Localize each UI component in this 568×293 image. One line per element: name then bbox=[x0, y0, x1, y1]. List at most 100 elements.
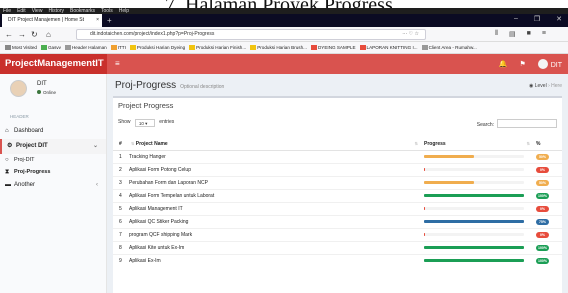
percent-text: 50% bbox=[538, 180, 546, 185]
col-percent[interactable]: % bbox=[536, 138, 562, 151]
menu-item[interactable]: File bbox=[3, 8, 11, 14]
progress-bar bbox=[424, 168, 524, 171]
user-name: DIT bbox=[37, 81, 47, 87]
menu-item[interactable]: Edit bbox=[17, 8, 26, 14]
bookmark-item[interactable]: Client Area - Rumahw... bbox=[421, 45, 477, 50]
table-row[interactable]: 7 program QCF shipping Mark 0% bbox=[113, 227, 562, 241]
project-name: Aplikasi QC Stiker Packing bbox=[129, 218, 189, 225]
percent-text: 100% bbox=[538, 245, 547, 250]
search-input[interactable] bbox=[497, 119, 557, 128]
progress-fill bbox=[424, 233, 425, 236]
extension-icon[interactable]: ■ bbox=[527, 30, 531, 38]
table-row[interactable]: 5 Aplikasi Management IT 0% bbox=[113, 201, 562, 215]
new-tab-button[interactable]: + bbox=[107, 14, 112, 27]
progress-cell bbox=[424, 214, 536, 228]
user-menu[interactable]: DIT bbox=[537, 59, 562, 69]
library-icon[interactable]: ⫴ bbox=[495, 30, 498, 38]
progress-fill bbox=[424, 155, 474, 158]
bookmark-item[interactable]: LAPORAN KNITTING I... bbox=[359, 45, 418, 50]
table-row[interactable]: 1 Tracking Hanger 50% bbox=[113, 149, 562, 163]
menu-item[interactable]: View bbox=[32, 8, 43, 14]
back-icon[interactable]: ← bbox=[5, 29, 13, 40]
bookmark-item[interactable]: Produksi Harian Finish... bbox=[189, 45, 246, 50]
flag-icon[interactable]: ⚑ bbox=[519, 60, 525, 68]
progress-bar bbox=[424, 233, 524, 236]
search-label: Search: bbox=[476, 122, 494, 128]
user-panel: DIT Online bbox=[0, 74, 106, 111]
percent-text: 0% bbox=[539, 167, 546, 172]
bookmark-item[interactable]: Most Visited bbox=[5, 45, 37, 50]
progress-cell bbox=[424, 162, 536, 176]
user-status-label: Online bbox=[43, 90, 57, 95]
progress-bar bbox=[424, 259, 524, 263]
bookmark-item[interactable]: ITTI bbox=[110, 45, 126, 50]
bookmark-item[interactable]: Gasvv bbox=[40, 45, 61, 50]
sidebar-item-label: Project DIT bbox=[16, 143, 48, 149]
bookmark-item[interactable]: Produksi Harian Dyeing bbox=[129, 45, 185, 50]
home-icon[interactable]: ⌂ bbox=[46, 29, 51, 40]
menu-item[interactable]: Bookmarks bbox=[70, 8, 95, 14]
reload-icon[interactable]: ↻ bbox=[31, 29, 38, 40]
sidebar-item-proj-progress[interactable]: ⧗ Proj-Progress bbox=[0, 166, 106, 178]
col-number-label: # bbox=[119, 140, 122, 147]
hamburger-icon[interactable]: ≡ bbox=[115, 54, 120, 74]
notifications-icon[interactable]: 🔔 bbox=[499, 60, 508, 68]
table-row[interactable]: 4 Aplikasi Form Tempelan untuk Laborat 100… bbox=[113, 188, 562, 202]
percent-cell: 0% bbox=[536, 227, 562, 241]
percent-text: 75% bbox=[538, 219, 546, 224]
table-row[interactable]: 6 Aplikasi QC Stiker Packing 75% bbox=[113, 214, 562, 228]
page-title-text: Proj-Progress bbox=[115, 80, 177, 91]
progress-bar bbox=[424, 220, 524, 223]
project-name: Tracking Hanger bbox=[129, 153, 166, 160]
gears-icon: ⚙ bbox=[7, 143, 13, 149]
row-number-text: 6 bbox=[119, 218, 122, 225]
bookmark-label: ITTI bbox=[117, 45, 126, 50]
bookmark-icon bbox=[421, 45, 428, 50]
close-window-icon[interactable]: ✕ bbox=[556, 15, 562, 23]
menu-item[interactable]: History bbox=[48, 8, 64, 14]
progress-fill bbox=[424, 220, 524, 223]
minimize-icon[interactable]: – bbox=[514, 15, 518, 23]
table-row[interactable]: 9 Aplikasi Ex-Im 100% bbox=[113, 253, 562, 267]
bookmark-icon bbox=[110, 45, 117, 50]
user-avatar bbox=[10, 80, 27, 97]
table-row[interactable]: 3 Perubahan Form dan Laporan NCP 50% bbox=[113, 175, 562, 189]
table-row[interactable]: 8 Aplikasi Kite untuk Ex-Im 100% bbox=[113, 240, 562, 254]
entries-select[interactable]: 10 ▾ bbox=[134, 119, 155, 127]
bookmark-label: Gasvv bbox=[47, 45, 61, 50]
bookmark-label: Header Halaman bbox=[71, 45, 107, 50]
sidebar-item-project-dit[interactable]: ⚙ Project DIT ⌄ bbox=[0, 139, 106, 154]
project-name-cell: Aplikasi Management IT bbox=[129, 201, 424, 215]
row-number: 3 bbox=[113, 175, 129, 189]
show-label: Show bbox=[118, 119, 131, 125]
col-number[interactable]: # bbox=[113, 138, 129, 151]
close-tab-icon[interactable]: × bbox=[96, 14, 99, 27]
percent-text: 0% bbox=[539, 232, 546, 237]
bookmark-item[interactable]: DYEING SAMPLE bbox=[310, 45, 356, 50]
menu-item[interactable]: Tools bbox=[101, 8, 113, 14]
percent-cell: 100% bbox=[536, 253, 562, 267]
sidebar-item-another[interactable]: ▬ Another ‹ bbox=[0, 178, 106, 193]
user-menu-label: DIT bbox=[550, 62, 562, 69]
forward-icon[interactable]: → bbox=[18, 29, 26, 40]
project-name: Aplikasi Form Potong Celup bbox=[129, 166, 191, 173]
col-project-name[interactable]: ⇅ Project Name ⇅ bbox=[129, 138, 424, 151]
breadcrumb-level[interactable]: Level bbox=[535, 83, 547, 89]
bookmark-item[interactable]: Produksi Harian Brush... bbox=[250, 45, 307, 50]
page-actions-icon[interactable]: ··· ♡ ☆ bbox=[402, 30, 419, 39]
maximize-icon[interactable]: ❐ bbox=[534, 15, 540, 23]
folder-icon: ▬ bbox=[5, 182, 11, 188]
url-bar[interactable]: dit.indotaichen.com/project/index1.php?p… bbox=[76, 29, 426, 40]
sidebar-icon[interactable]: ▤ bbox=[509, 30, 516, 38]
menu-icon[interactable]: ≡ bbox=[542, 30, 546, 38]
brand-logo[interactable]: ProjectManagementIT bbox=[0, 54, 107, 74]
percent-badge: 0% bbox=[536, 205, 549, 212]
sort-icon: ⇅ bbox=[131, 140, 135, 146]
sidebar-item-proj-dit[interactable]: ○ Proj-DIT bbox=[0, 154, 106, 166]
table-row[interactable]: 2 Aplikasi Form Potong Celup 0% bbox=[113, 162, 562, 176]
menu-item[interactable]: Help bbox=[119, 8, 129, 14]
sidebar-item-dashboard[interactable]: ⌂ Dashboard bbox=[0, 124, 106, 139]
col-progress[interactable]: Progress ⇅ bbox=[424, 138, 536, 151]
browser-tab[interactable]: DIT Project Manajemen | Home St × bbox=[2, 14, 102, 27]
bookmark-item[interactable]: Header Halaman bbox=[64, 45, 107, 50]
